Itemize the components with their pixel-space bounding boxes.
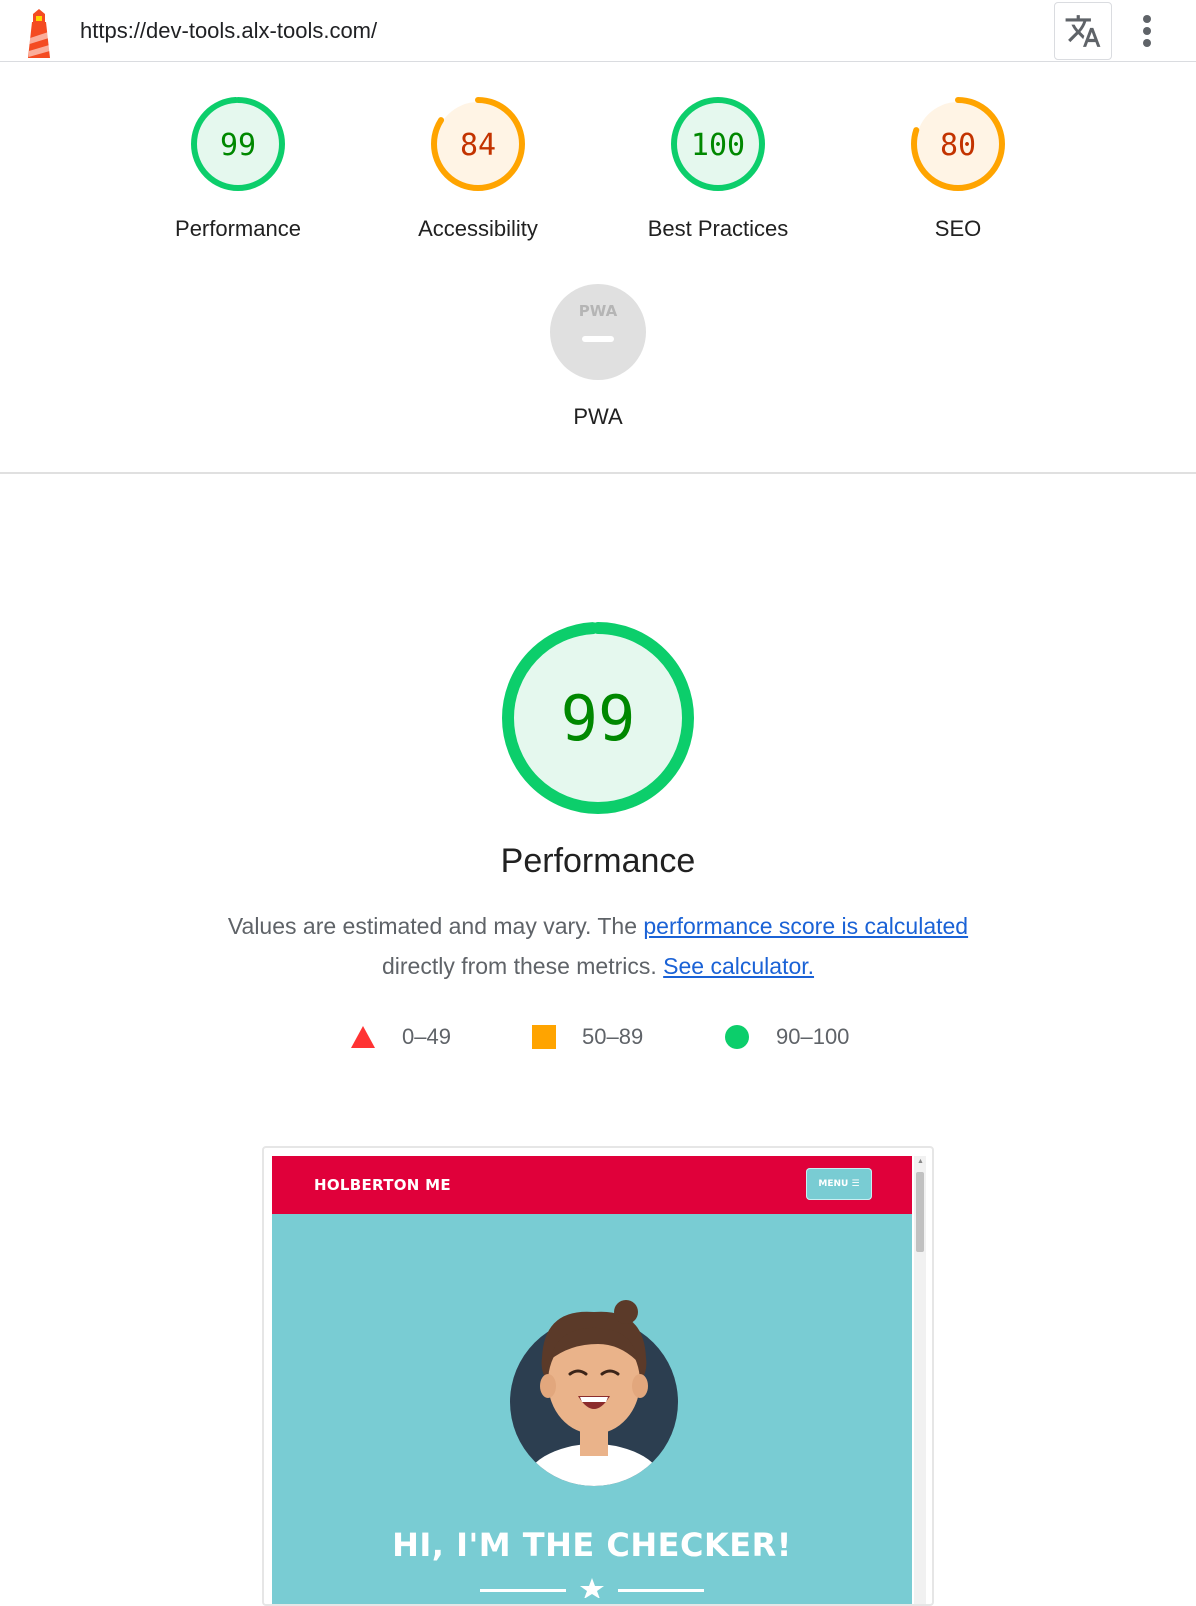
page-screenshot-preview[interactable]: HOLBERTON ME MENU ☰ HI, I'M THE CHECKER! [262,1146,934,1606]
legend-range: 50–89 [582,1024,644,1049]
gauge-best-practices[interactable]: 100 Best Practices [618,94,818,242]
pwa-badge-text: PWA [579,302,618,320]
scroll-up-icon: ▲ [917,1158,924,1165]
score-ring: 100 [671,97,765,191]
legend-fail: 0–49 [350,1024,451,1050]
star-divider-icon [480,1578,704,1598]
legend-range: 90–100 [776,1024,850,1049]
pwa-dash [582,336,614,342]
kebab-menu-icon [1143,15,1151,47]
square-icon [532,1025,556,1049]
gauge-label: Accessibility [418,216,538,241]
performance-description: Values are estimated and may vary. The p… [190,906,1006,986]
score-ring: 99 [191,97,285,191]
circle-icon [725,1025,749,1049]
gauge-label: SEO [934,216,982,241]
desc-text: directly from these metrics. [381,953,664,979]
pwa-badge-fill [550,284,646,380]
legend-pass: 90–100 [724,1024,849,1050]
page-url: https://dev-tools.alx-tools.com/ [80,18,378,43]
see-calculator-link[interactable]: See calculator. [663,953,814,979]
lighthouse-logo-icon [28,9,50,58]
score-value: 99 [220,128,256,163]
preview-scrollbar[interactable]: ▲ [914,1156,926,1604]
gauge-seo[interactable]: 80 SEO [858,94,1058,242]
gauge-performance[interactable]: 99 Performance [138,94,338,242]
score-ring: 84 [431,97,525,191]
big-gauge-score: 99 [561,682,636,755]
legend-range: 0–49 [402,1024,451,1049]
preview-headline: HI, I'M THE CHECKER! [392,1526,792,1564]
desc-text: Values are estimated and may vary. The [227,913,644,939]
score-value: 80 [940,128,976,163]
gauge-label: Best Practices [647,216,789,241]
section-divider [0,472,1196,474]
gauge-label: PWA [573,404,623,429]
gauge-label: Performance [175,216,301,241]
scrollbar-thumb[interactable] [916,1172,924,1252]
triangle-icon [351,1026,375,1048]
more-options-button[interactable] [1124,8,1170,54]
score-ring: 80 [911,97,1005,191]
preview-menu-button: MENU ☰ [806,1168,872,1200]
score-value: 100 [691,128,745,163]
pwa-badge-icon: PWA [550,284,646,380]
translate-button[interactable] [1054,2,1112,60]
gauge-accessibility[interactable]: 84 Accessibility [378,94,578,242]
top-bar: https://dev-tools.alx-tools.com/ [0,0,1196,62]
score-calculated-link[interactable]: performance score is calculated [643,913,968,939]
section-title: Performance [500,842,696,880]
avatar-illustration-icon [510,1300,678,1486]
score-legend: 0–49 50–89 90–100 [0,1024,1196,1056]
performance-score-gauge: 99 [502,622,694,814]
legend-average: 50–89 [532,1024,643,1050]
preview-header: HOLBERTON ME MENU ☰ [272,1156,912,1214]
score-value: 84 [460,128,496,163]
gauge-pwa[interactable]: PWA PWA [498,282,698,430]
translate-icon [1065,15,1101,47]
preview-brand: HOLBERTON ME [314,1176,451,1194]
preview-hero: HI, I'M THE CHECKER! [272,1214,912,1604]
